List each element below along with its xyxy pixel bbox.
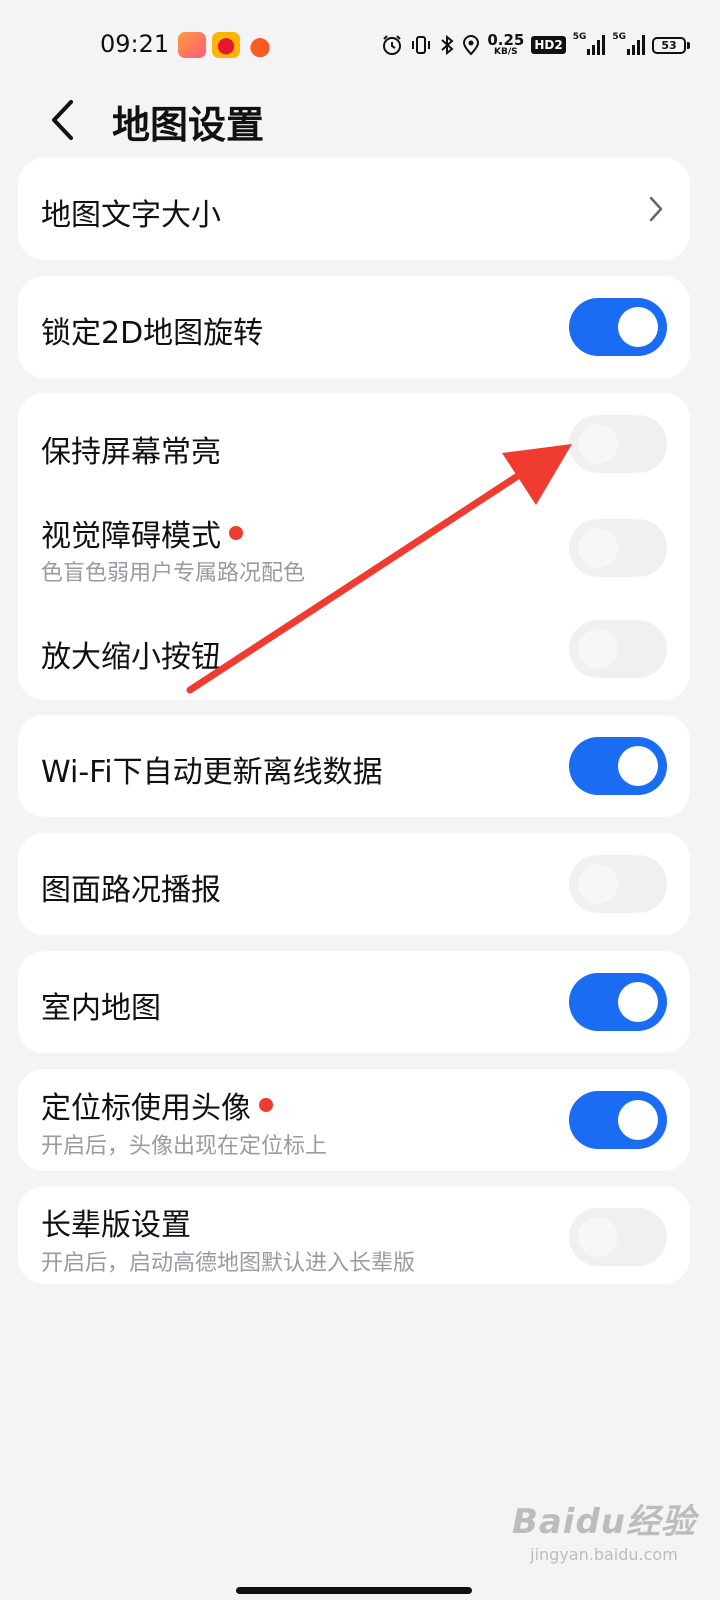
avatar-locator-toggle[interactable] xyxy=(569,1091,667,1149)
home-indicator[interactable] xyxy=(236,1587,472,1594)
new-badge-dot xyxy=(229,526,243,540)
settings-card-offline: Wi-Fi下自动更新离线数据 xyxy=(18,715,690,817)
setting-label: 地图文字大小 xyxy=(41,198,221,233)
zoom-buttons-toggle[interactable] xyxy=(569,620,667,678)
app-notification-icon xyxy=(178,32,206,58)
sim2-network-label: 5G xyxy=(612,32,626,42)
setting-row-map-text-size[interactable]: 地图文字大小 xyxy=(18,158,690,260)
bluetooth-icon xyxy=(439,34,455,56)
settings-card-display: 保持屏幕常亮 视觉障碍模式 色盲色弱用户专属路况配色 放大缩小按钮 xyxy=(18,393,690,700)
settings-card-avatar: 定位标使用头像 开启后，头像出现在定位标上 xyxy=(18,1069,690,1171)
setting-label: 锁定2D地图旋转 xyxy=(41,316,264,351)
setting-label: 定位标使用头像 xyxy=(41,1083,273,1127)
status-bar: 09:21 0.25 KB/S HD2 5G 5G 53 xyxy=(0,0,720,80)
setting-row-visual-impairment-mode: 视觉障碍模式 色盲色弱用户专属路况配色 xyxy=(18,496,690,602)
traffic-broadcast-toggle[interactable] xyxy=(569,855,667,913)
vibrate-icon xyxy=(410,34,432,56)
watermark-brand: Baidu经验 xyxy=(511,1502,696,1542)
chevron-left-icon xyxy=(52,100,73,140)
alarm-icon xyxy=(381,34,403,56)
weibo-icon xyxy=(212,32,240,58)
visual-impairment-mode-toggle[interactable] xyxy=(569,519,667,577)
settings-card-rotation: 锁定2D地图旋转 xyxy=(18,276,690,378)
setting-description: 开启后，头像出现在定位标上 xyxy=(41,1134,328,1159)
setting-row-elder-mode: 长辈版设置 开启后，启动高德地图默认进入长辈版 xyxy=(18,1186,690,1284)
settings-card-indoor: 室内地图 xyxy=(18,951,690,1053)
setting-description: 开启后，启动高德地图默认进入长辈版 xyxy=(41,1251,416,1276)
settings-card-elder: 长辈版设置 开启后，启动高德地图默认进入长辈版 xyxy=(18,1186,690,1284)
setting-label: Wi-Fi下自动更新离线数据 xyxy=(41,755,383,790)
setting-row-zoom-buttons: 放大缩小按钮 xyxy=(18,602,690,700)
setting-label: 图面路况播报 xyxy=(41,873,221,908)
setting-description: 色盲色弱用户专属路况配色 xyxy=(41,561,306,586)
setting-label: 保持屏幕常亮 xyxy=(41,435,221,470)
sim2-signal-icon xyxy=(627,35,645,55)
setting-row-traffic-broadcast: 图面路况播报 xyxy=(18,833,690,935)
battery-level: 53 xyxy=(652,36,686,54)
page-title: 地图设置 xyxy=(112,103,265,147)
setting-row-avatar-locator: 定位标使用头像 开启后，头像出现在定位标上 xyxy=(18,1069,690,1171)
keep-screen-on-toggle[interactable] xyxy=(569,415,667,473)
network-speed: 0.25 KB/S xyxy=(487,31,525,57)
baidu-jingyan-watermark: Baidu经验 jingyan.baidu.com xyxy=(512,1494,696,1564)
status-time: 09:21 xyxy=(100,30,170,58)
watermark-url: jingyan.baidu.com xyxy=(530,1545,678,1564)
battery-icon: 53 xyxy=(652,36,690,54)
setting-row-wifi-auto-update: Wi-Fi下自动更新离线数据 xyxy=(18,715,690,817)
indoor-map-toggle[interactable] xyxy=(569,973,667,1031)
elder-mode-toggle[interactable] xyxy=(569,1208,667,1266)
page-header: 地图设置 xyxy=(0,80,720,160)
sim1-network-label: 5G xyxy=(572,32,587,42)
setting-row-keep-screen-on: 保持屏幕常亮 xyxy=(18,393,690,496)
setting-row-indoor-map: 室内地图 xyxy=(18,951,690,1053)
settings-card-text-size: 地图文字大小 xyxy=(18,158,690,260)
setting-label: 室内地图 xyxy=(41,991,161,1026)
sim1-signal-icon xyxy=(587,35,606,55)
game-app-icon xyxy=(246,32,274,58)
new-badge-dot xyxy=(259,1098,273,1112)
lock-2d-rotation-toggle[interactable] xyxy=(569,298,667,356)
location-icon xyxy=(462,34,480,56)
chevron-right-icon xyxy=(649,196,663,222)
back-button[interactable] xyxy=(40,96,84,144)
setting-label: 长辈版设置 xyxy=(41,1208,191,1243)
wifi-auto-update-toggle[interactable] xyxy=(569,737,667,795)
settings-card-traffic: 图面路况播报 xyxy=(18,833,690,935)
hd-voice-badge: HD2 xyxy=(531,36,566,54)
setting-row-lock-2d-rotation: 锁定2D地图旋转 xyxy=(18,276,690,378)
setting-label: 放大缩小按钮 xyxy=(41,640,221,675)
setting-label: 视觉障碍模式 xyxy=(41,511,243,555)
